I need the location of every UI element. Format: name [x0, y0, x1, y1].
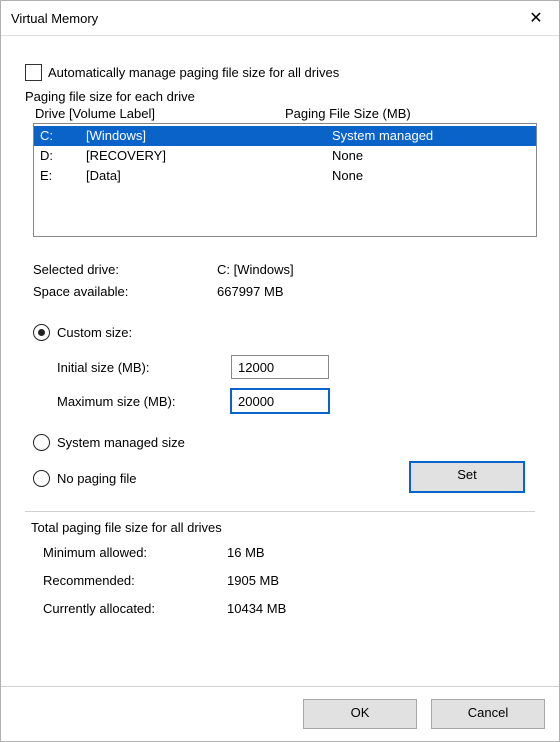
drive-letter: E: [40, 166, 86, 186]
min-allowed-label: Minimum allowed: [43, 539, 227, 567]
drive-box: Drive [Volume Label] Paging File Size (M… [33, 106, 535, 237]
virtual-memory-dialog: Virtual Memory ✕ Automatically manage pa… [0, 0, 560, 742]
auto-manage-row[interactable]: Automatically manage paging file size fo… [25, 64, 535, 81]
selected-drive-info: Selected drive: C: [Windows] Space avail… [33, 259, 535, 303]
col-size-label: Paging File Size (MB) [285, 106, 533, 121]
window-title: Virtual Memory [11, 11, 98, 26]
dialog-button-bar: OK Cancel [1, 686, 559, 741]
system-managed-radio[interactable] [33, 434, 50, 451]
recommended-label: Recommended: [43, 567, 227, 595]
drive-letter: D: [40, 146, 86, 166]
drive-list[interactable]: C:[Windows]System managedD:[RECOVERY]Non… [33, 123, 537, 237]
no-paging-label: No paging file [57, 471, 137, 486]
drive-volume: [Windows] [86, 126, 332, 146]
system-managed-radio-row[interactable]: System managed size [33, 429, 535, 455]
system-managed-label: System managed size [57, 435, 185, 450]
selected-drive-value: C: [Windows] [217, 259, 294, 281]
min-allowed-value: 16 MB [227, 539, 265, 567]
dialog-content: Automatically manage paging file size fo… [1, 36, 559, 623]
cancel-button[interactable]: Cancel [431, 699, 545, 729]
drive-volume: [RECOVERY] [86, 146, 332, 166]
auto-manage-checkbox[interactable] [25, 64, 42, 81]
totals-block: Minimum allowed: 16 MB Recommended: 1905… [43, 539, 535, 623]
close-icon: ✕ [529, 8, 542, 28]
drive-section-heading: Paging file size for each drive [25, 89, 535, 104]
custom-size-radio-row[interactable]: Custom size: [33, 319, 535, 345]
drive-paging-size: System managed [332, 126, 530, 146]
drive-row[interactable]: C:[Windows]System managed [34, 126, 536, 146]
custom-size-label: Custom size: [57, 325, 132, 340]
drive-paging-size: None [332, 146, 530, 166]
space-available-value: 667997 MB [217, 281, 284, 303]
drive-row[interactable]: D:[RECOVERY]None [34, 146, 536, 166]
drive-volume: [Data] [86, 166, 332, 186]
no-paging-radio-row[interactable]: No paging file [33, 465, 137, 491]
set-button[interactable]: Set [409, 461, 525, 493]
drive-letter: C: [40, 126, 86, 146]
separator [25, 511, 535, 512]
no-paging-radio[interactable] [33, 470, 50, 487]
currently-allocated-value: 10434 MB [227, 595, 286, 623]
maximum-size-label: Maximum size (MB): [41, 394, 231, 409]
title-bar: Virtual Memory ✕ [1, 1, 559, 36]
custom-size-inputs: Initial size (MB): Maximum size (MB): [41, 355, 535, 413]
ok-button[interactable]: OK [303, 699, 417, 729]
drive-paging-size: None [332, 166, 530, 186]
custom-size-radio[interactable] [33, 324, 50, 341]
currently-allocated-label: Currently allocated: [43, 595, 227, 623]
no-paging-row-container: No paging file Set [33, 461, 535, 497]
recommended-value: 1905 MB [227, 567, 279, 595]
close-button[interactable]: ✕ [515, 3, 557, 33]
auto-manage-label: Automatically manage paging file size fo… [48, 65, 339, 80]
drive-list-header: Drive [Volume Label] Paging File Size (M… [33, 106, 535, 123]
col-drive-label: Drive [Volume Label] [35, 106, 285, 121]
size-options: Custom size: Initial size (MB): Maximum … [33, 319, 535, 497]
drive-row[interactable]: E:[Data]None [34, 166, 536, 186]
initial-size-input[interactable] [231, 355, 329, 379]
maximum-size-input[interactable] [231, 389, 329, 413]
initial-size-label: Initial size (MB): [41, 360, 231, 375]
selected-drive-label: Selected drive: [33, 259, 217, 281]
space-available-label: Space available: [33, 281, 217, 303]
totals-heading: Total paging file size for all drives [31, 520, 535, 535]
